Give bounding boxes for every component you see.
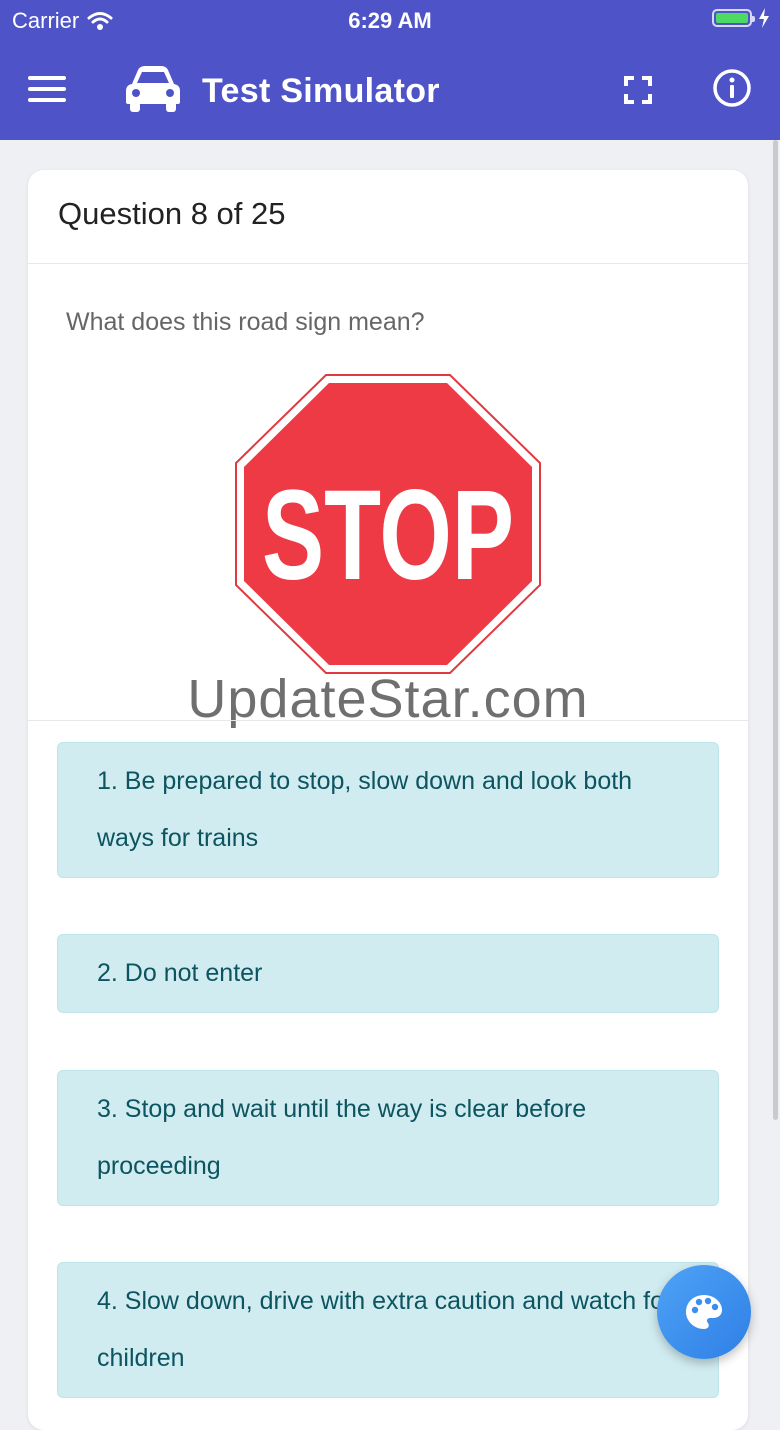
menu-icon[interactable] [28, 76, 66, 106]
info-icon[interactable] [712, 68, 752, 108]
app-title: Test Simulator [202, 72, 440, 110]
question-progress: Question 8 of 25 [28, 170, 748, 264]
nav-bar: Test Simulator [0, 40, 780, 140]
divider [28, 720, 748, 721]
answer-option-2[interactable]: 2. Do not enter [57, 934, 719, 1013]
status-carrier: Carrier [12, 8, 113, 34]
answer-option-1[interactable]: 1. Be prepared to stop, slow down and lo… [57, 742, 719, 878]
charging-icon [759, 8, 769, 28]
status-battery [712, 8, 770, 28]
carrier-label: Carrier [12, 8, 80, 33]
stop-sign-image: STOP [235, 374, 541, 674]
fullscreen-icon[interactable] [624, 76, 652, 104]
theme-button[interactable] [657, 1265, 751, 1359]
question-text: What does this road sign mean? [66, 308, 425, 336]
battery-icon [712, 9, 755, 27]
status-bar: Carrier 6:29 AM [0, 0, 780, 40]
answer-option-3[interactable]: 3. Stop and wait until the way is clear … [57, 1070, 719, 1206]
palette-icon [686, 1295, 722, 1329]
car-icon [126, 66, 180, 112]
stop-sign-text: STOP [262, 464, 514, 607]
scrollbar[interactable] [773, 140, 778, 1120]
wifi-icon [87, 12, 113, 30]
question-card: Question 8 of 25 What does this road sig… [28, 170, 748, 1430]
answer-option-4[interactable]: 4. Slow down, drive with extra caution a… [57, 1262, 719, 1398]
status-time: 6:29 AM [348, 8, 432, 33]
